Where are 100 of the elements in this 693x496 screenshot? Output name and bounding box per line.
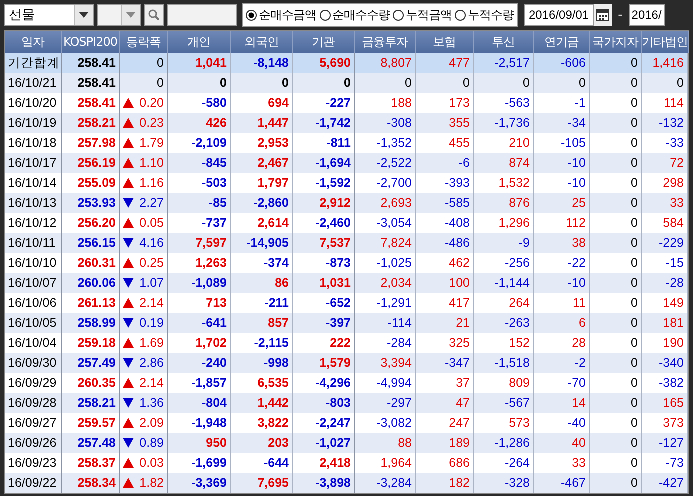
value-cell: 0: [523, 76, 530, 90]
value-cell: -1,694: [316, 156, 351, 170]
value-cell: -347: [444, 356, 470, 370]
value-cell: -9: [518, 236, 530, 250]
table-row[interactable]: 16/10/13 253.93 2.27 -85 -2,860 2,912 2,693 -585 876 25 0 33: [5, 193, 688, 213]
change-cell: 0.20: [140, 96, 164, 110]
value-cell: 11: [573, 296, 586, 310]
value-cell: 40: [572, 436, 586, 450]
change-cell: 0: [157, 56, 164, 70]
value-cell: 462: [449, 256, 470, 270]
value-cell: -229: [658, 236, 684, 250]
value-cell: -6: [458, 156, 470, 170]
value-cell: 0: [631, 156, 638, 170]
value-cell: 1,579: [320, 356, 351, 370]
index-cell: 257.49: [78, 356, 116, 370]
value-cell: 298: [663, 176, 684, 190]
code-dropdown[interactable]: [97, 4, 141, 26]
value-cell: -1,736: [494, 116, 530, 130]
value-cell: 0: [631, 236, 638, 250]
value-cell: 0: [631, 456, 638, 470]
value-cell: 0: [631, 476, 638, 490]
value-cell: -427: [658, 476, 684, 490]
index-cell: 257.48: [78, 436, 116, 450]
value-cell: 417: [449, 296, 470, 310]
value-cell: 2,614: [258, 216, 289, 230]
value-cell: 222: [330, 336, 351, 350]
table-row[interactable]: 16/10/17 256.19 1.10 -845 2,467 -1,694 -2,522 -6 874 -10 0 72: [5, 153, 688, 173]
table-row[interactable]: 16/10/05 258.99 0.19 -641 857 -397 -114 21 -263 6 0 181: [5, 313, 688, 333]
radio-option[interactable]: 누적금액: [393, 6, 452, 24]
value-cell: 28: [572, 336, 586, 350]
search-field[interactable]: [167, 4, 237, 26]
index-cell: 258.41: [78, 56, 116, 70]
end-date-field[interactable]: 2016/: [628, 4, 665, 26]
value-cell: 181: [663, 316, 684, 330]
date-cell: 16/10/21: [8, 76, 57, 90]
start-date-field[interactable]: 2016/09/01: [524, 4, 594, 26]
value-cell: -10: [568, 276, 586, 290]
value-cell: -2,700: [376, 176, 412, 190]
summary-row[interactable]: 기간합계 258.41 0 1,041 -8,148 5,690 8,807 477 -2,517 -606 0 1,416: [5, 53, 688, 73]
value-cell: 0: [344, 76, 351, 90]
radio-option[interactable]: 순매수금액: [246, 6, 316, 24]
value-cell: 14: [572, 396, 586, 410]
table-row[interactable]: 16/09/30 257.49 2.86 -240 -998 1,579 3,394 -347 -1,518 -2 0 -340: [5, 353, 688, 373]
date-cell: 기간합계: [8, 54, 60, 72]
value-cell: 112: [566, 216, 586, 230]
value-cell: 7,695: [258, 476, 289, 490]
value-cell: 100: [449, 276, 470, 290]
value-cell: -22: [568, 256, 586, 270]
value-cell: 173: [449, 96, 470, 110]
change-cell: 1.10: [140, 156, 164, 170]
table-row[interactable]: 16/09/26 257.48 0.89 950 203 -1,027 88 189 -1,286 40 0 -127: [5, 433, 688, 453]
value-cell: 455: [449, 136, 470, 150]
value-cell: 264: [509, 296, 530, 310]
table-row[interactable]: 16/09/28 258.21 1.36 -804 1,442 -803 -297 47 -567 14 0 165: [5, 393, 688, 413]
value-cell: -1,144: [494, 276, 530, 290]
value-cell: 37: [456, 376, 470, 390]
value-cell: -3,082: [376, 416, 412, 430]
value-cell: -3,898: [316, 476, 351, 490]
value-cell: 47: [456, 396, 470, 410]
calendar-icon[interactable]: [594, 4, 612, 26]
value-cell: 7,597: [196, 236, 227, 250]
value-cell: -567: [504, 396, 530, 410]
radio-option[interactable]: 순매수수량: [320, 6, 390, 24]
value-cell: -486: [444, 236, 470, 250]
value-cell: 0: [631, 196, 638, 210]
value-cell: 857: [268, 316, 289, 330]
value-cell: -1,742: [316, 116, 351, 130]
value-cell: 0: [463, 76, 470, 90]
market-dropdown[interactable]: 선물: [4, 4, 94, 26]
change-cell: 2.14: [140, 296, 164, 310]
value-cell: 1,797: [258, 176, 289, 190]
index-cell: 253.93: [78, 196, 116, 210]
date-cell: 16/10/10: [8, 256, 57, 270]
value-cell: -328: [504, 476, 530, 490]
value-cell: 2,953: [258, 136, 289, 150]
value-cell: 0: [631, 396, 638, 410]
value-cell: -2,109: [192, 136, 227, 150]
search-icon: [148, 9, 160, 21]
table-row[interactable]: 16/10/21 258.41 0 0 0 0 0 0 0 0 0 0: [5, 73, 688, 93]
value-cell: -1,699: [192, 456, 227, 470]
value-cell: 1,442: [258, 396, 289, 410]
table-row[interactable]: 16/10/11 256.15 4.16 7,597 -14,905 7,537 7,824 -486 -9 38 0 -229: [5, 233, 688, 253]
value-cell: -263: [504, 316, 530, 330]
table-row[interactable]: 16/10/07 260.06 1.07 -1,089 86 1,031 2,034 100 -1,144 -10 0 -28: [5, 273, 688, 293]
value-cell: -132: [658, 116, 684, 130]
change-cell: 4.16: [140, 236, 164, 250]
value-cell: 38: [572, 236, 586, 250]
value-cell: -382: [658, 376, 684, 390]
date-cell: 16/10/11: [8, 236, 56, 250]
table-row[interactable]: 16/10/19 258.21 0.23 426 1,447 -1,742 -308 355 -1,736 -34 0 -132: [5, 113, 688, 133]
value-cell: 0: [631, 96, 638, 110]
value-cell: -998: [264, 356, 289, 370]
search-button[interactable]: [144, 4, 164, 26]
value-cell: 1,416: [652, 56, 684, 70]
radio-option[interactable]: 누적수량: [455, 6, 514, 24]
value-cell: -580: [202, 96, 227, 110]
table-row[interactable]: 16/09/22 258.34 1.82 -3,369 7,695 -3,898 -3,284 182 -328 -467 0 -427: [5, 473, 688, 493]
value-cell: -70: [568, 376, 586, 390]
value-cell: 149: [663, 296, 684, 310]
value-cell: -873: [326, 256, 351, 270]
